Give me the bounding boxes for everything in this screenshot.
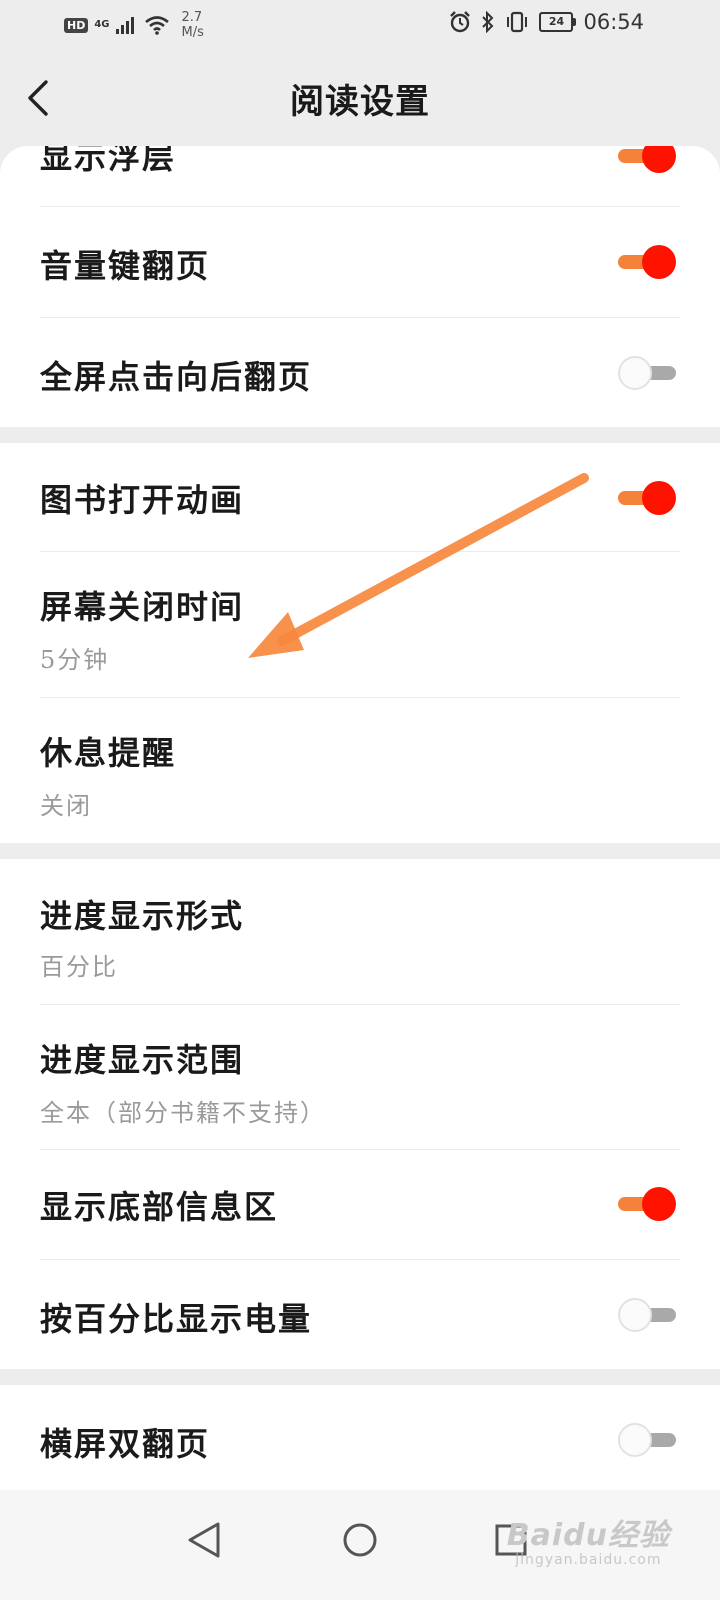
clock: 06:54 xyxy=(583,10,644,34)
setting-title: 显示底部信息区 xyxy=(40,1188,279,1226)
setting-show-overlay[interactable]: 显示浮层 xyxy=(40,146,680,207)
setting-title: 横屏双翻页 xyxy=(40,1425,211,1463)
battery-icon: 24 xyxy=(539,12,577,32)
settings-list: 显示浮层 音量键翻页 全屏点击向后翻页 图书打开动画 屏幕关闭时间 5分钟 休息… xyxy=(0,146,720,1490)
vibrate-icon xyxy=(507,11,528,33)
network-type: 4G xyxy=(94,19,110,30)
settings-section-1: 显示浮层 音量键翻页 全屏点击向后翻页 xyxy=(0,146,720,427)
setting-fullscreen-tap[interactable]: 全屏点击向后翻页 xyxy=(40,318,680,427)
setting-title: 进度显示形式 xyxy=(40,897,245,935)
watermark-url: jingyan.baidu.com xyxy=(515,1552,662,1568)
setting-progress-range[interactable]: 进度显示范围 全本（部分书籍不支持） xyxy=(40,1005,680,1150)
setting-value: 全本（部分书籍不支持） xyxy=(40,1099,326,1127)
setting-title: 显示浮层 xyxy=(40,146,177,176)
hd-badge: HD xyxy=(64,17,89,33)
setting-title: 屏幕关闭时间 xyxy=(40,588,245,626)
speed-value: 2.7 xyxy=(181,10,203,25)
toggle-switch[interactable] xyxy=(618,479,676,517)
triangle-back-icon xyxy=(188,1522,220,1558)
toggle-switch[interactable] xyxy=(618,243,676,281)
toggle-switch[interactable] xyxy=(618,146,676,175)
wifi-icon xyxy=(144,16,169,35)
watermark: Baidu经验 jingyan.baidu.com xyxy=(507,1510,670,1568)
toggle-switch[interactable] xyxy=(618,354,676,392)
page-title: 阅读设置 xyxy=(290,82,430,122)
setting-value: 百分比 xyxy=(40,953,118,981)
toggle-switch[interactable] xyxy=(618,1296,676,1334)
setting-title: 音量键翻页 xyxy=(40,247,211,285)
signal-icon xyxy=(115,17,134,34)
status-left: HD 4G 2.7 M/s xyxy=(64,10,204,40)
setting-bottom-info[interactable]: 显示底部信息区 xyxy=(40,1150,680,1260)
setting-title: 图书打开动画 xyxy=(40,481,245,519)
setting-screen-off-time[interactable]: 屏幕关闭时间 5分钟 xyxy=(40,552,680,698)
setting-value: 关闭 xyxy=(40,792,92,820)
watermark-text: Baidu经验 xyxy=(506,1518,670,1553)
title-bar: 阅读设置 xyxy=(0,50,720,146)
setting-battery-percent[interactable]: 按百分比显示电量 xyxy=(40,1260,680,1369)
setting-volume-key-page[interactable]: 音量键翻页 xyxy=(40,207,680,318)
status-bar: HD 4G 2.7 M/s 24 06:54 xyxy=(0,0,720,50)
toggle-switch[interactable] xyxy=(618,1185,676,1223)
setting-title: 按百分比显示电量 xyxy=(40,1300,313,1338)
alarm-icon xyxy=(450,11,471,33)
network-speed: 2.7 M/s xyxy=(182,10,204,40)
settings-section-2: 图书打开动画 屏幕关闭时间 5分钟 休息提醒 关闭 xyxy=(0,443,720,843)
speed-unit: M/s xyxy=(181,25,204,40)
bluetooth-icon xyxy=(482,11,494,33)
setting-title: 全屏点击向后翻页 xyxy=(40,358,313,396)
settings-section-3: 进度显示形式 百分比 进度显示范围 全本（部分书籍不支持） 显示底部信息区 按百… xyxy=(0,859,720,1369)
settings-section-4: 横屏双翻页 xyxy=(0,1385,720,1490)
circle-home-icon xyxy=(343,1523,377,1557)
setting-book-open-animation[interactable]: 图书打开动画 xyxy=(40,443,680,552)
toggle-switch[interactable] xyxy=(618,1421,676,1459)
nav-home-button[interactable] xyxy=(325,1510,395,1570)
system-nav-bar: Baidu经验 jingyan.baidu.com xyxy=(0,1490,720,1600)
setting-rest-reminder[interactable]: 休息提醒 关闭 xyxy=(40,698,680,843)
setting-title: 进度显示范围 xyxy=(40,1041,245,1079)
nav-back-button[interactable] xyxy=(170,1510,240,1570)
setting-value: 5分钟 xyxy=(40,646,110,674)
setting-progress-format[interactable]: 进度显示形式 百分比 xyxy=(40,859,680,1005)
setting-landscape-double-page[interactable]: 横屏双翻页 xyxy=(40,1385,680,1490)
status-right: 24 06:54 xyxy=(449,10,644,34)
setting-title: 休息提醒 xyxy=(40,734,177,772)
